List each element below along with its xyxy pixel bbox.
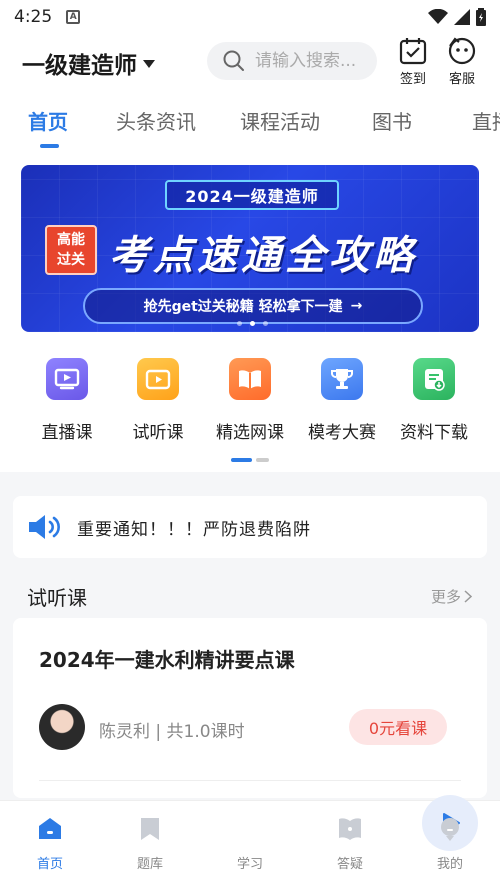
search-input[interactable] <box>255 51 365 71</box>
checkin-label: 签到 <box>399 72 426 87</box>
more-label: 更多 <box>430 588 461 606</box>
quick-link-label: 模考大赛 <box>308 423 376 443</box>
book-open-icon <box>229 358 271 400</box>
active-tab-indicator <box>40 144 59 148</box>
nav-home[interactable]: 首页 <box>0 801 100 888</box>
pager-dot <box>256 458 269 462</box>
profile-icon <box>436 815 464 843</box>
exam-category-selector[interactable]: 一级建造师 <box>22 46 155 80</box>
section-title: 试听课 <box>27 586 87 610</box>
quick-link-downloads[interactable]: 资料下载 <box>389 358 479 443</box>
banner-badge: 高能 过关 <box>45 225 97 275</box>
video-play-icon <box>137 358 179 400</box>
quick-link-online-courses[interactable]: 精选网课 <box>205 358 295 443</box>
banner-dot-active <box>250 321 255 326</box>
pager-dot-active <box>231 458 252 462</box>
nav-profile[interactable]: 我的 <box>400 801 500 888</box>
tab-course-activities[interactable]: 课程活动 <box>240 106 320 135</box>
banner-badge-line1: 高能 <box>57 232 85 248</box>
wifi-icon <box>428 9 448 24</box>
free-watch-button[interactable]: 0元看课 <box>349 709 447 745</box>
tab-live[interactable]: 直播 <box>472 106 500 135</box>
caret-down-icon <box>143 60 155 68</box>
quick-link-trial[interactable]: 试听课 <box>113 358 203 443</box>
customer-service-icon <box>448 37 476 65</box>
trial-course-section-header: 试听课 更多 <box>0 580 500 614</box>
arrow-right-icon: → <box>350 298 363 314</box>
top-header: 一级建造师 签到 客服 <box>0 34 500 92</box>
promo-banner[interactable]: 2024一级建造师 高能 过关 考点速通全攻略 抢先get过关秘籍 轻松拿下一建… <box>21 165 479 332</box>
download-icon <box>413 358 455 400</box>
nav-label: 我的 <box>436 857 463 872</box>
banner-cta[interactable]: 抢先get过关秘籍 轻松拿下一建 → <box>83 288 423 324</box>
chevron-right-icon <box>464 590 472 603</box>
banner-badge-line2: 过关 <box>57 252 85 268</box>
more-link[interactable]: 更多 <box>431 586 472 607</box>
status-indicators <box>428 8 486 26</box>
nav-label: 学习 <box>236 857 263 872</box>
banner-headline: 考点速通全攻略 <box>109 233 417 279</box>
banner-year-pill: 2024一级建造师 <box>165 180 339 210</box>
nav-label: 答疑 <box>336 857 363 872</box>
teacher-meta: 陈灵利 | 共1.0课时 <box>99 722 245 742</box>
banner-dot <box>237 321 242 326</box>
app-notification-icon: A <box>66 10 81 24</box>
quick-link-label: 资料下载 <box>400 423 468 443</box>
tab-home[interactable]: 首页 <box>28 106 68 135</box>
category-tabs: 首页 头条资讯 课程活动 图书 直播 <box>0 92 500 154</box>
tab-books[interactable]: 图书 <box>372 106 412 135</box>
quick-link-live[interactable]: 直播课 <box>22 358 112 443</box>
search-bar[interactable] <box>207 42 377 80</box>
bookmark-icon <box>136 815 164 843</box>
signal-icon <box>454 9 470 25</box>
speaker-icon <box>29 515 60 539</box>
course-card[interactable]: 2024年一建水利精讲要点课 陈灵利 | 共1.0课时 0元看课 <box>13 618 487 798</box>
banner-cta-text: 抢先get过关秘籍 轻松拿下一建 <box>143 299 343 315</box>
nav-question-bank[interactable]: 题库 <box>100 801 200 888</box>
important-notice[interactable]: 重要通知！！！严防退费陷阱 <box>13 496 487 558</box>
nav-study[interactable]: 学习 <box>200 795 478 888</box>
quick-links-pager <box>231 458 269 462</box>
live-tv-icon <box>46 358 88 400</box>
nav-label: 首页 <box>36 857 63 872</box>
calendar-check-icon <box>399 38 427 65</box>
exam-category-label: 一级建造师 <box>22 53 137 79</box>
banner-pagination <box>237 321 268 326</box>
status-time: 4:25 <box>14 7 53 27</box>
tab-news[interactable]: 头条资讯 <box>116 106 196 135</box>
banner-dot <box>263 321 268 326</box>
search-icon <box>223 50 244 71</box>
nav-qa[interactable]: 答疑 <box>300 801 400 888</box>
course-title: 2024年一建水利精讲要点课 <box>39 648 295 672</box>
question-book-icon <box>336 815 364 843</box>
home-icon <box>36 815 64 843</box>
quick-link-label: 精选网课 <box>216 423 284 443</box>
battery-icon <box>476 8 486 26</box>
trophy-icon <box>321 358 363 400</box>
bottom-navigation: 首页 题库 学习 答疑 我的 <box>0 795 500 888</box>
quick-link-label: 试听课 <box>132 423 184 443</box>
service-label: 客服 <box>448 72 475 87</box>
customer-service-button[interactable]: 客服 <box>447 36 477 87</box>
quick-link-mock-exam[interactable]: 模考大赛 <box>297 358 387 443</box>
teacher-avatar <box>39 704 85 750</box>
quick-link-label: 直播课 <box>41 423 93 443</box>
status-bar: 4:25 A <box>0 0 500 34</box>
checkin-button[interactable]: 签到 <box>398 36 428 87</box>
card-divider <box>39 780 461 781</box>
notice-text: 重要通知！！！严防退费陷阱 <box>77 519 311 540</box>
nav-label: 题库 <box>136 857 163 872</box>
